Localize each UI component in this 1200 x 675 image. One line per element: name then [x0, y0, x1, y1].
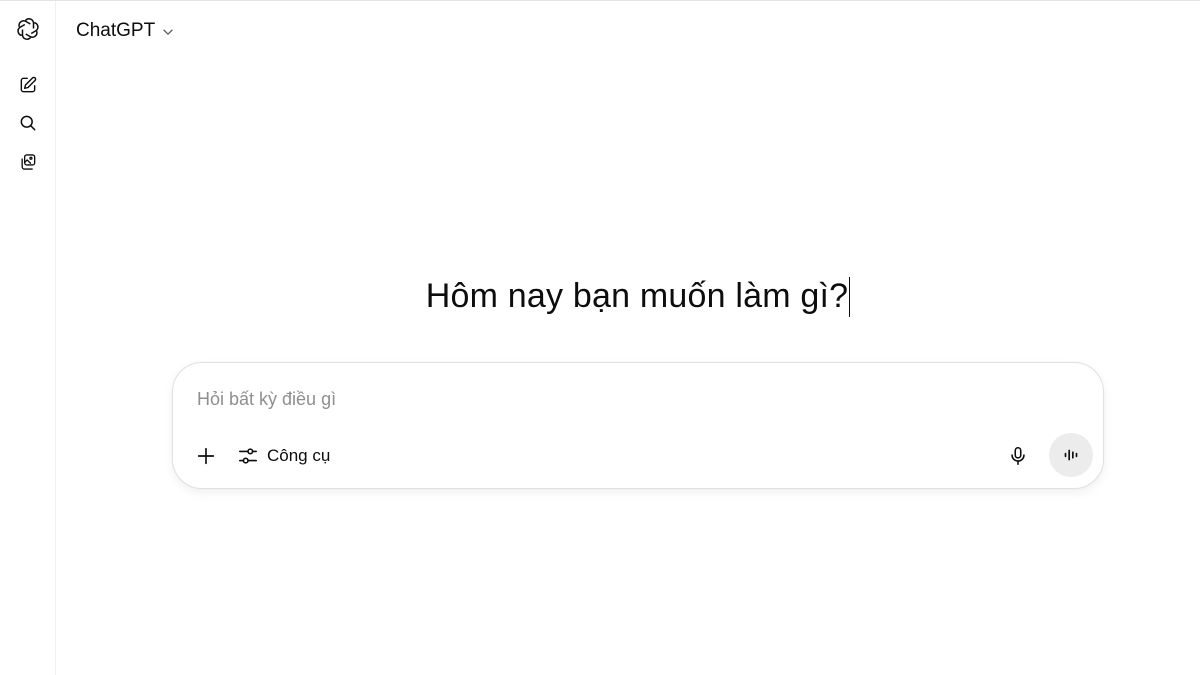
voice-mode-button[interactable] — [1049, 433, 1093, 477]
chevron-down-icon — [163, 29, 173, 35]
sliders-icon — [238, 448, 258, 464]
openai-logo-icon[interactable] — [10, 11, 46, 47]
composer-toolbar: Công cụ — [187, 437, 340, 475]
welcome-heading: Hôm nay bạn muốn làm gì? — [172, 277, 1104, 317]
prompt-input[interactable] — [197, 385, 1057, 413]
model-selector[interactable]: ChatGPT — [68, 13, 183, 49]
attach-button[interactable] — [187, 437, 225, 475]
text-caret — [849, 277, 851, 317]
new-chat-button[interactable] — [10, 67, 46, 103]
library-button[interactable] — [10, 144, 46, 180]
search-chats-button[interactable] — [10, 105, 46, 141]
dictate-button[interactable] — [999, 437, 1037, 475]
library-icon — [21, 154, 36, 170]
chatgpt-window: ChatGPT Hôm nay bạn muốn làm gì? C — [0, 0, 1200, 675]
search-icon — [20, 115, 36, 131]
welcome-heading-container: Hôm nay bạn muốn làm gì? — [172, 277, 1104, 317]
tools-label: Công cụ — [267, 446, 331, 465]
tools-button[interactable]: Công cụ — [231, 437, 340, 475]
new-chat-icon — [20, 76, 37, 93]
sidebar-rail — [0, 1, 56, 675]
prompt-composer: Công cụ — [172, 362, 1104, 489]
voice-waveform-icon — [1064, 449, 1078, 461]
microphone-icon — [1011, 446, 1025, 466]
model-name: ChatGPT — [76, 20, 156, 41]
plus-icon — [197, 447, 215, 465]
welcome-heading-text: Hôm nay bạn muốn làm gì? — [425, 277, 849, 315]
